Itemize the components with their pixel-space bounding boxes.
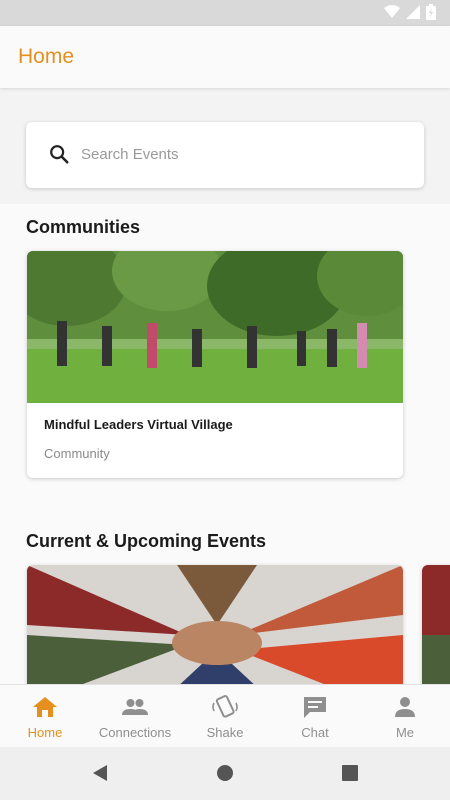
shake-phone-icon: [212, 695, 238, 718]
community-type: Community: [44, 446, 110, 461]
search-placeholder: Search Events: [81, 146, 179, 163]
wifi-icon: [384, 5, 400, 18]
status-bar: [0, 0, 450, 26]
community-image: [27, 251, 403, 403]
person-icon: [395, 697, 415, 717]
event-card-next[interactable]: [422, 565, 450, 684]
status-icons: [384, 4, 436, 20]
event-card[interactable]: [27, 565, 403, 684]
nav-label-me: Me: [395, 725, 415, 740]
nav-me[interactable]: Me: [360, 685, 450, 747]
page-title: Home: [18, 45, 75, 68]
nav-label-shake: Shake: [206, 725, 244, 740]
app-bar: Home: [0, 26, 450, 88]
home-icon: [33, 697, 57, 717]
nav-label-connections: Connections: [98, 725, 172, 740]
nav-chat[interactable]: Chat: [270, 685, 360, 747]
home-circle-icon[interactable]: [216, 764, 234, 782]
nav-shake[interactable]: Shake: [180, 685, 270, 747]
recents-icon[interactable]: [341, 764, 359, 782]
search-input[interactable]: Search Events: [26, 122, 424, 188]
battery-icon: [426, 4, 436, 20]
community-card[interactable]: Mindful Leaders Virtual Village Communit…: [27, 251, 403, 478]
community-name: Mindful Leaders Virtual Village: [44, 417, 233, 432]
main-content[interactable]: Search Events Communities Mindful Leader…: [0, 88, 450, 684]
event-image-next: [422, 565, 450, 684]
chat-icon: [304, 697, 326, 718]
communities-heading: Communities: [26, 217, 141, 237]
nav-label-chat: Chat: [301, 725, 329, 740]
nav-connections[interactable]: Connections: [90, 685, 180, 747]
nav-label-home: Home: [27, 725, 63, 740]
signal-icon: [406, 5, 420, 19]
events-heading: Current & Upcoming Events: [26, 531, 267, 551]
nav-home[interactable]: Home: [0, 685, 90, 747]
people-icon: [122, 699, 148, 715]
system-navigation-bar: [0, 747, 450, 800]
back-icon[interactable]: [91, 764, 109, 782]
event-image: [27, 565, 403, 684]
search-section: Search Events: [0, 88, 450, 204]
bottom-navigation: Home Connections Shake Chat Me: [0, 684, 450, 747]
search-icon: [50, 145, 69, 164]
